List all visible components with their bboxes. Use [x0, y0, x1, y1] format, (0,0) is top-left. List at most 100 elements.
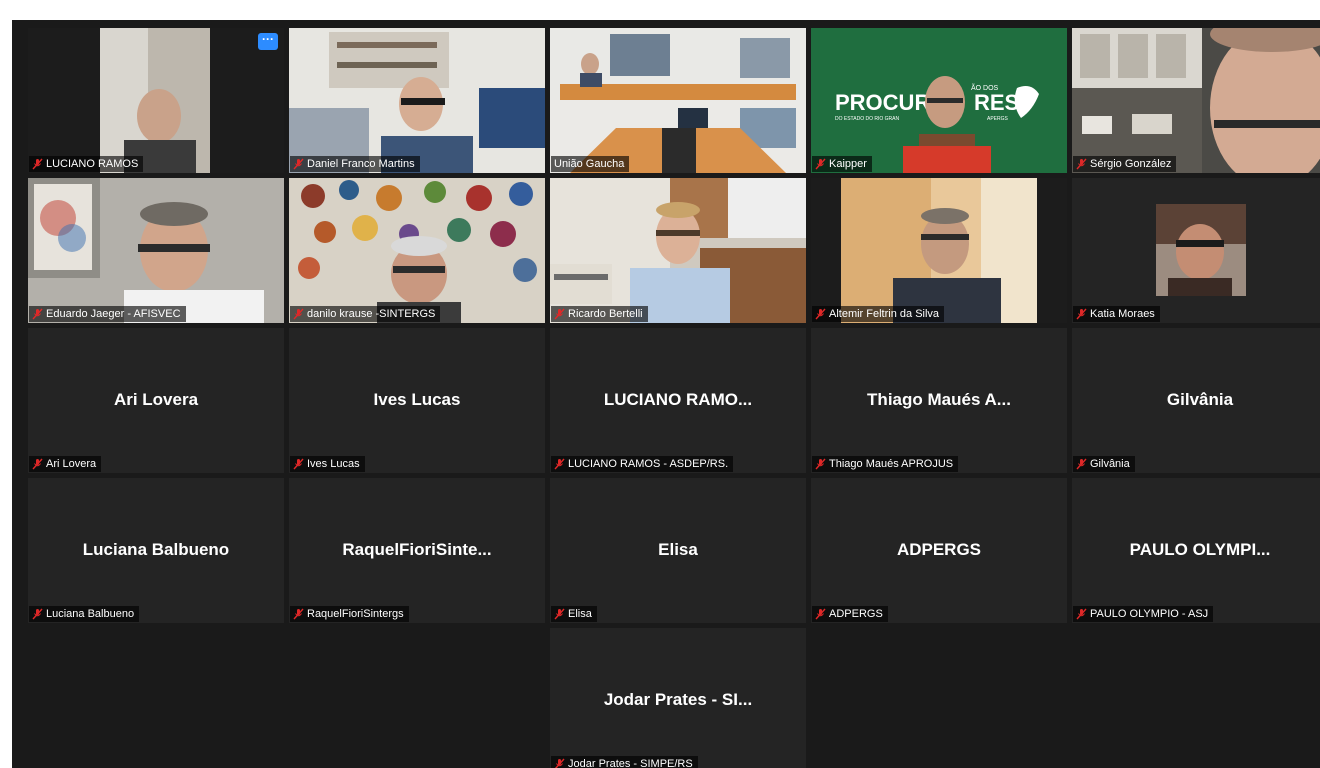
muted-microphone-icon	[1076, 158, 1087, 170]
video-tile[interactable]: danilo krause -SINTERGS	[289, 178, 545, 323]
participant-name-label: Gilvânia	[1073, 456, 1135, 472]
participant-name-label: Sérgio González	[1073, 156, 1177, 172]
video-tile[interactable]: Altemir Feltrin da Silva	[811, 178, 1067, 323]
more-options-button[interactable]: ···	[258, 33, 278, 50]
participant-name-label: RaquelFioriSintergs	[290, 606, 409, 622]
participant-name: Ari Lovera	[46, 458, 97, 470]
video-tile[interactable]: Ricardo Bertelli	[550, 178, 806, 323]
participant-display-name: Luciana Balbueno	[82, 539, 230, 559]
muted-microphone-icon	[32, 458, 43, 470]
participant-name: Altemir Feltrin da Silva	[829, 308, 940, 320]
participant-display-name: Gilvânia	[1166, 389, 1234, 409]
muted-microphone-icon	[32, 158, 43, 170]
participant-name: Luciana Balbueno	[46, 608, 135, 620]
participant-video	[289, 28, 545, 173]
participant-display-name: Ives Lucas	[373, 389, 461, 409]
muted-microphone-icon	[554, 458, 565, 470]
name-tile[interactable]: Ari Lovera Ari Lovera	[28, 328, 284, 473]
name-tile[interactable]: Jodar Prates - SI... Jodar Prates - SIMP…	[550, 628, 806, 768]
participant-name: Daniel Franco Martins	[307, 158, 415, 170]
banner-text-2: RES	[974, 90, 1019, 115]
banner-sub-2: APERGS	[987, 116, 1009, 122]
participant-name: LUCIANO RAMOS - ASDEP/RS.	[568, 458, 729, 470]
participant-name: ADPERGS	[829, 608, 883, 620]
participant-name: Ricardo Bertelli	[568, 308, 643, 320]
participant-video	[811, 178, 1067, 323]
banner-sub: DO ESTADO DO RIO GRAN	[835, 116, 899, 122]
participant-display-name: Elisa	[658, 539, 698, 559]
participant-display-name: Ari Lovera	[113, 389, 199, 409]
participant-video	[1072, 178, 1320, 323]
participant-name-label: Altemir Feltrin da Silva	[812, 306, 945, 322]
muted-microphone-icon	[815, 608, 826, 620]
participant-name: Ives Lucas	[307, 458, 360, 470]
empty-slot	[811, 628, 1067, 768]
muted-microphone-icon	[815, 158, 826, 170]
video-tile[interactable]: Sérgio González	[1072, 28, 1320, 173]
meeting-window: ··· LUCIANO RAMOS Daniel Franco Martins	[12, 20, 1320, 768]
video-tile[interactable]: Daniel Franco Martins	[289, 28, 545, 173]
video-tile[interactable]: ··· LUCIANO RAMOS	[28, 28, 284, 173]
participant-name-label: Eduardo Jaeger - AFISVEC	[29, 306, 186, 322]
participant-name-label: ADPERGS	[812, 606, 888, 622]
name-tile[interactable]: RaquelFioriSinte... RaquelFioriSintergs	[289, 478, 545, 623]
participant-name-label: Ricardo Bertelli	[551, 306, 648, 322]
participant-grid: ··· LUCIANO RAMOS Daniel Franco Martins	[28, 28, 1320, 768]
participant-video	[289, 178, 545, 323]
participant-name: PAULO OLYMPIO - ASJ	[1090, 608, 1209, 620]
participant-name: Katia Moraes	[1090, 308, 1155, 320]
name-tile[interactable]: LUCIANO RAMO... LUCIANO RAMOS - ASDEP/RS…	[550, 328, 806, 473]
muted-microphone-icon	[32, 308, 43, 320]
empty-slot	[289, 628, 545, 768]
participant-display-name: Jodar Prates - SI...	[603, 689, 753, 709]
participant-video	[28, 28, 284, 173]
muted-microphone-icon	[1076, 458, 1087, 470]
banner-small-top: ÃO DOS	[971, 83, 999, 92]
name-tile[interactable]: Thiago Maués A... Thiago Maués APROJUS	[811, 328, 1067, 473]
name-tile[interactable]: PAULO OLYMPI... PAULO OLYMPIO - ASJ	[1072, 478, 1320, 623]
participant-name-label: danilo krause -SINTERGS	[290, 306, 441, 322]
participant-video	[28, 178, 284, 323]
participant-name: Eduardo Jaeger - AFISVEC	[46, 308, 181, 320]
participant-name: LUCIANO RAMOS	[46, 158, 139, 170]
participant-name: Jodar Prates - SIMPE/RS	[568, 758, 693, 768]
empty-slot	[1072, 628, 1320, 768]
active-speaker-tile[interactable]: União Gaucha	[550, 28, 806, 173]
muted-microphone-icon	[815, 308, 826, 320]
muted-microphone-icon	[554, 308, 565, 320]
participant-display-name: RaquelFioriSinte...	[342, 539, 492, 559]
participant-video: PROCURA RES ÃO DOS DO ESTADO DO RIO GRAN…	[811, 28, 1067, 173]
muted-microphone-icon	[1076, 608, 1087, 620]
muted-microphone-icon	[554, 608, 565, 620]
participant-name-label: Kaipper	[812, 156, 872, 172]
video-tile[interactable]: PROCURA RES ÃO DOS DO ESTADO DO RIO GRAN…	[811, 28, 1067, 173]
participant-video	[550, 28, 806, 173]
participant-name: Thiago Maués APROJUS	[829, 458, 954, 470]
participant-name-label: União Gaucha	[551, 156, 630, 172]
name-tile[interactable]: Ives Lucas Ives Lucas	[289, 328, 545, 473]
participant-name: danilo krause -SINTERGS	[307, 308, 436, 320]
video-tile[interactable]: Katia Moraes	[1072, 178, 1320, 323]
muted-microphone-icon	[1076, 308, 1087, 320]
participant-display-name: LUCIANO RAMO...	[603, 389, 753, 409]
participant-name-label: LUCIANO RAMOS	[29, 156, 144, 172]
video-tile[interactable]: Eduardo Jaeger - AFISVEC	[28, 178, 284, 323]
muted-microphone-icon	[293, 608, 304, 620]
name-tile[interactable]: Luciana Balbueno Luciana Balbueno	[28, 478, 284, 623]
name-tile[interactable]: Gilvânia Gilvânia	[1072, 328, 1320, 473]
muted-microphone-icon	[293, 458, 304, 470]
participant-name-label: Ari Lovera	[29, 456, 102, 472]
participant-name-label: Ives Lucas	[290, 456, 365, 472]
muted-microphone-icon	[293, 308, 304, 320]
participant-name-label: LUCIANO RAMOS - ASDEP/RS.	[551, 456, 734, 472]
participant-display-name: Thiago Maués A...	[867, 389, 1011, 409]
participant-name-label: Elisa	[551, 606, 597, 622]
muted-microphone-icon	[554, 758, 565, 768]
participant-video	[550, 178, 806, 323]
participant-name-label: Jodar Prates - SIMPE/RS	[551, 756, 698, 768]
participant-display-name: ADPERGS	[896, 539, 982, 559]
muted-microphone-icon	[32, 608, 43, 620]
participant-name: Elisa	[568, 608, 592, 620]
name-tile[interactable]: ADPERGS ADPERGS	[811, 478, 1067, 623]
name-tile[interactable]: Elisa Elisa	[550, 478, 806, 623]
